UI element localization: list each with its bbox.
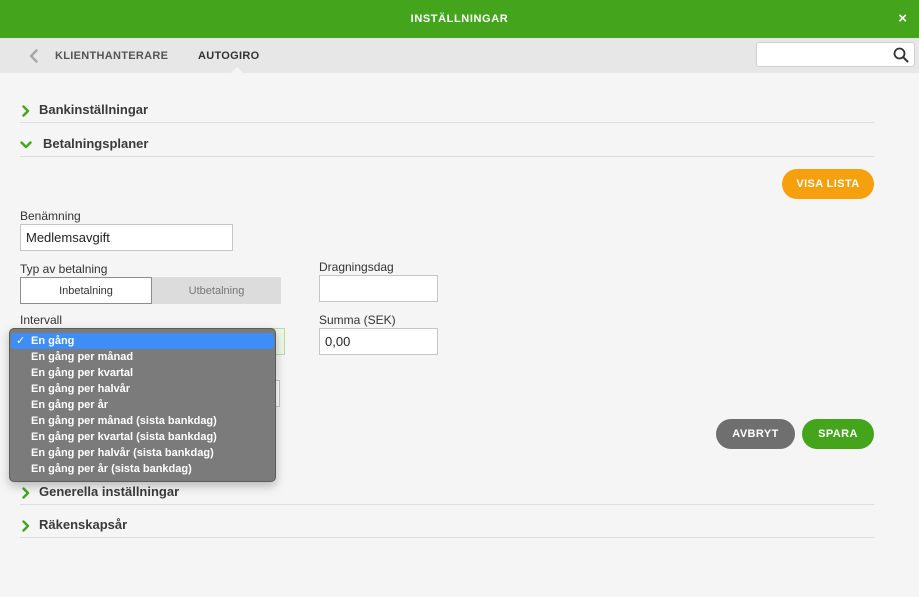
dropdown-option[interactable]: ✓ En gång: [11, 333, 274, 349]
section-label: Betalningsplaner: [43, 136, 149, 151]
search-input[interactable]: [763, 43, 897, 67]
payment-type-inbetalning[interactable]: Inbetalning: [20, 277, 152, 304]
save-button[interactable]: SPARA: [802, 419, 874, 449]
show-list-button[interactable]: VISA LISTA: [782, 169, 874, 199]
name-label: Benämning: [20, 209, 81, 223]
amount-field[interactable]: [319, 328, 438, 355]
section-label: Räkenskapsår: [39, 517, 128, 532]
title-bar: INSTÄLLNINGAR ×: [0, 0, 919, 38]
name-field[interactable]: [20, 224, 233, 251]
tab-autogiro[interactable]: AUTOGIRO: [198, 50, 259, 62]
search-icon[interactable]: [893, 47, 909, 63]
chevron-left-icon[interactable]: [27, 49, 41, 63]
payment-type-label: Typ av betalning: [20, 262, 108, 276]
search-box: [756, 42, 915, 67]
dropdown-option[interactable]: En gång per halvår (sista bankdag): [10, 445, 275, 461]
payment-type-utbetalning[interactable]: Utbetalning: [152, 277, 281, 304]
dropdown-option[interactable]: En gång per månad: [10, 349, 275, 365]
draw-day-label: Dragningsdag: [319, 260, 394, 274]
dropdown-option[interactable]: En gång per kvartal: [10, 365, 275, 381]
window-title: INSTÄLLNINGAR: [410, 13, 509, 25]
chevron-right-icon: [22, 520, 30, 532]
section-label: Bankinställningar: [39, 102, 149, 117]
dropdown-option[interactable]: En gång per månad (sista bankdag): [10, 413, 275, 429]
amount-label: Summa (SEK): [319, 313, 396, 327]
checkmark-icon: ✓: [16, 335, 26, 347]
section-betalningsplaner[interactable]: Betalningsplaner: [20, 136, 874, 157]
tab-klienthanterare[interactable]: KLIENTHANTERARE: [55, 50, 168, 62]
interval-dropdown-menu: ✓ En gång En gång per månad En gång per k…: [9, 328, 276, 482]
close-icon[interactable]: ×: [898, 11, 907, 27]
dropdown-option[interactable]: En gång per kvartal (sista bankdag): [10, 429, 275, 445]
chevron-right-icon: [22, 487, 30, 499]
interval-label: Intervall: [20, 313, 63, 327]
section-generella-installningar[interactable]: Generella inställningar: [20, 484, 874, 505]
dropdown-option[interactable]: En gång per halvår: [10, 381, 275, 397]
chevron-right-icon: [22, 105, 30, 117]
dropdown-option[interactable]: En gång per år (sista bankdag): [10, 461, 275, 477]
draw-day-field[interactable]: [319, 275, 438, 302]
active-tab-indicator: [231, 67, 243, 73]
section-label: Generella inställningar: [39, 484, 180, 499]
dropdown-option[interactable]: En gång per år: [10, 397, 275, 413]
cancel-button[interactable]: AVBRYT: [716, 419, 795, 449]
section-rakenskapsar[interactable]: Räkenskapsår: [20, 517, 874, 538]
section-bankinstallningar[interactable]: Bankinställningar: [20, 102, 874, 123]
chevron-down-icon: [20, 141, 32, 149]
